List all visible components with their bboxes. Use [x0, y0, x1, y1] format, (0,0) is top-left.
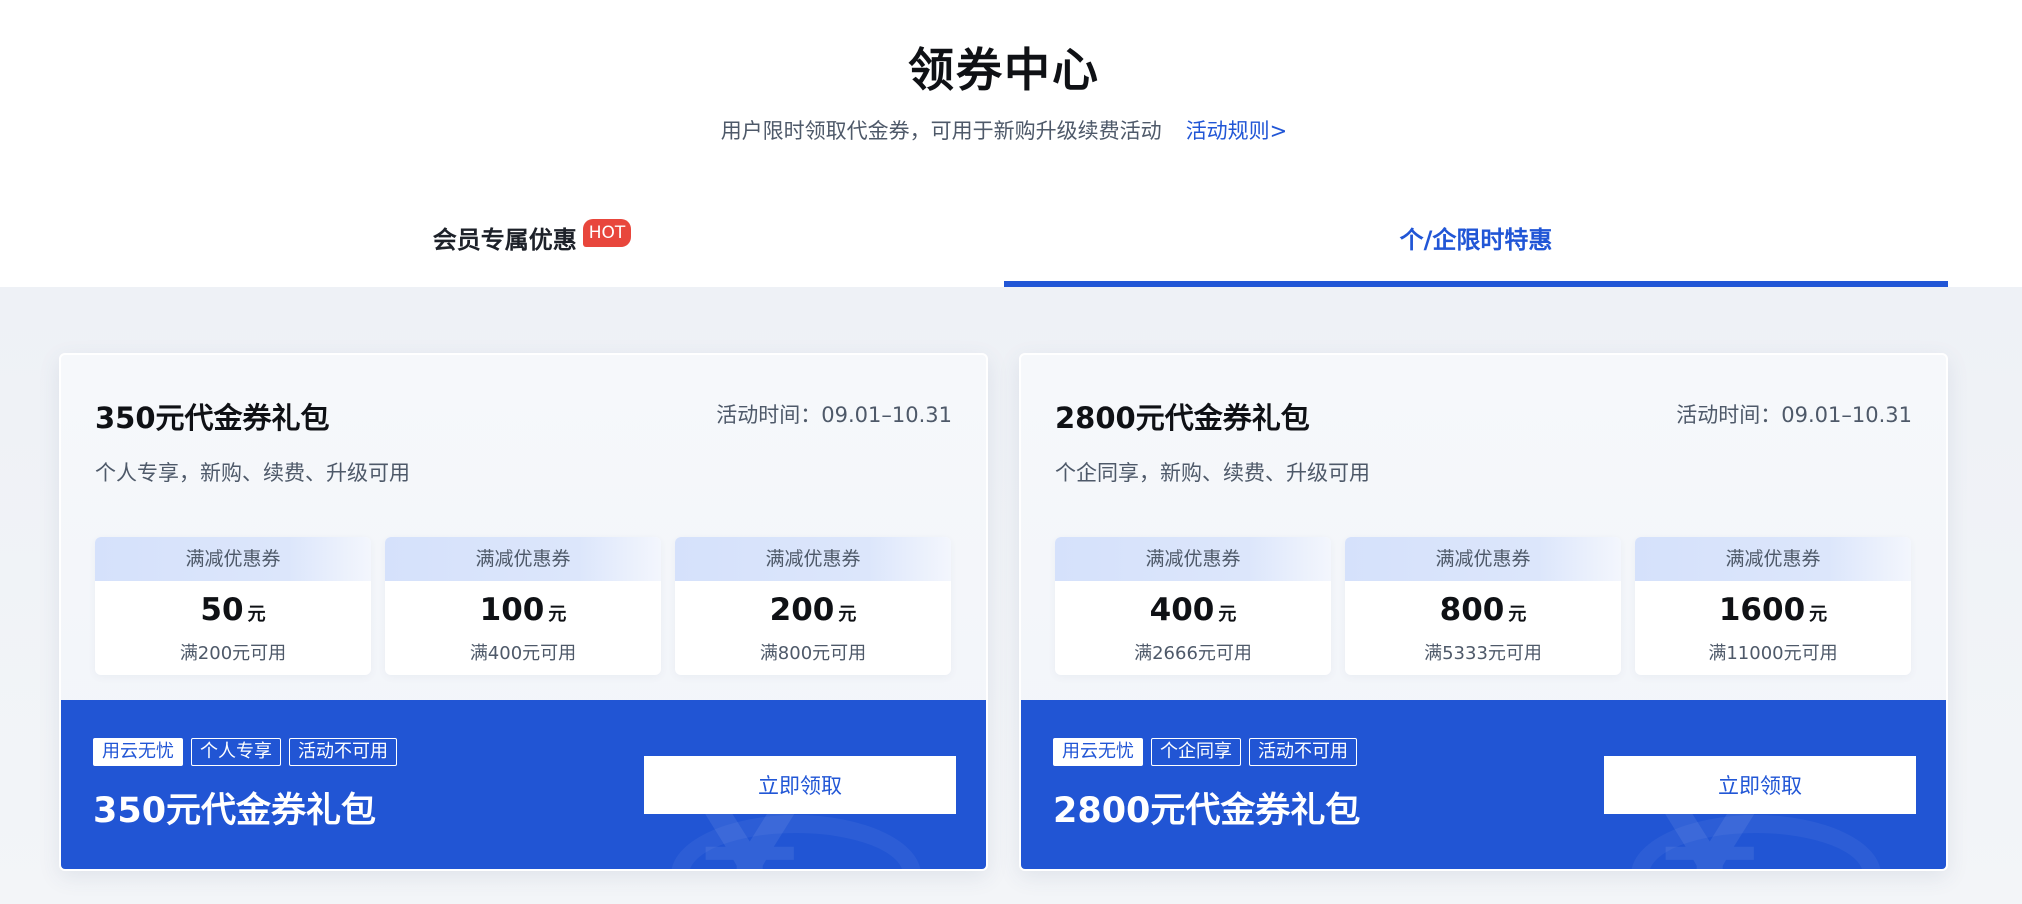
- tag-badge: 活动不可用: [289, 738, 397, 766]
- page-title: 领券中心: [908, 43, 1100, 97]
- coupon-type: 满减优惠券: [675, 537, 951, 581]
- coupon-unit: 元: [838, 604, 857, 625]
- coupon-amount-row: 1600 元: [1635, 592, 1911, 633]
- coupon-unit: 元: [247, 604, 266, 625]
- tab-bar: 会员专属优惠 HOT 个/企限时特惠: [60, 219, 1948, 287]
- activity-rules-link[interactable]: 活动规则>: [1186, 119, 1288, 143]
- coupon-unit: 元: [1508, 604, 1527, 625]
- tab-limited-offers-label: 个/企限时特惠: [1399, 226, 1553, 254]
- coupon-content: 350元代金券礼包 活动时间：09.01–10.31 个人专享，新购、续费、升级…: [0, 287, 2022, 904]
- coupon-item: 满减优惠券 1600 元 满11000元可用: [1635, 537, 1911, 675]
- coupon-unit: 元: [1218, 604, 1237, 625]
- card-description: 个企同享，新购、续费、升级可用: [1055, 461, 1370, 485]
- tag-badge: 用云无忧: [1053, 738, 1143, 766]
- card-footer: ¥ 用云无忧 个人专享 活动不可用 350元代金券礼包 立即领取: [61, 700, 986, 869]
- claim-button[interactable]: 立即领取: [644, 756, 956, 814]
- coupon-amount: 800: [1439, 592, 1505, 628]
- coupon-type: 满减优惠券: [95, 537, 371, 581]
- card-period: 活动时间：09.01–10.31: [1676, 403, 1912, 427]
- coupon-amount: 400: [1149, 592, 1215, 628]
- tag-list: 用云无忧 个企同享 活动不可用: [1053, 738, 1357, 766]
- coupon-item: 满减优惠券 200 元 满800元可用: [675, 537, 951, 675]
- hot-badge: HOT: [582, 219, 632, 247]
- coupon-item: 满减优惠券 400 元 满2666元可用: [1055, 537, 1331, 675]
- coupon-condition: 满800元可用: [759, 643, 867, 664]
- coupon-condition: 满5333元可用: [1424, 643, 1542, 664]
- coupon-amount-row: 400 元: [1055, 592, 1331, 633]
- card-footer: ¥ 用云无忧 个企同享 活动不可用 2800元代金券礼包 立即领取: [1021, 700, 1946, 869]
- coupon-amount: 50: [200, 592, 244, 628]
- tab-member-offers-label: 会员专属优惠: [432, 226, 577, 254]
- coupon-type: 满减优惠券: [385, 537, 661, 581]
- coupon-package-card: 2800元代金券礼包 活动时间：09.01–10.31 个企同享，新购、续费、升…: [1019, 353, 1948, 871]
- tab-limited-offers[interactable]: 个/企限时特惠: [1004, 220, 1948, 287]
- tag-list: 用云无忧 个人专享 活动不可用: [93, 738, 397, 766]
- card-title: 350元代金券礼包: [95, 401, 330, 435]
- tab-member-offers[interactable]: 会员专属优惠 HOT: [60, 219, 1004, 287]
- coupon-unit: 元: [1809, 604, 1828, 625]
- card-title: 2800元代金券礼包: [1055, 401, 1310, 435]
- coupon-amount: 1600: [1718, 592, 1806, 628]
- coupon-condition: 满2666元可用: [1134, 643, 1252, 664]
- coupon-type: 满减优惠券: [1055, 537, 1331, 581]
- coupon-item: 满减优惠券 100 元 满400元可用: [385, 537, 661, 675]
- coupon-amount-row: 200 元: [675, 592, 951, 633]
- coupon-amount-row: 800 元: [1345, 592, 1621, 633]
- coupon-unit: 元: [548, 604, 567, 625]
- coupon-package-card: 350元代金券礼包 活动时间：09.01–10.31 个人专享，新购、续费、升级…: [59, 353, 988, 871]
- coupon-list: 满减优惠券 50 元 满200元可用 满减优惠券 100 元 满400元可用 满减优…: [95, 537, 951, 675]
- card-period: 活动时间：09.01–10.31: [716, 403, 952, 427]
- coupon-item: 满减优惠券 800 元 满5333元可用: [1345, 537, 1621, 675]
- coupon-amount: 200: [769, 592, 835, 628]
- coupon-item: 满减优惠券 50 元 满200元可用: [95, 537, 371, 675]
- coupon-condition: 满400元可用: [469, 643, 577, 664]
- page-subtitle: 用户限时领取代金券，可用于新购升级续费活动: [720, 119, 1162, 143]
- card-description: 个人专享，新购、续费、升级可用: [95, 461, 410, 485]
- coupon-amount: 100: [479, 592, 545, 628]
- page-header: 领券中心 用户限时领取代金券，可用于新购升级续费活动 活动规则> 会员专属优惠 HO…: [0, 0, 2022, 287]
- coupon-list: 满减优惠券 400 元 满2666元可用 满减优惠券 800 元 满5333元可用 …: [1055, 537, 1911, 675]
- tag-badge: 活动不可用: [1249, 738, 1357, 766]
- footer-title: 2800元代金券礼包: [1053, 791, 1361, 831]
- coupon-amount-row: 100 元: [385, 592, 661, 633]
- coupon-condition: 满11000元可用: [1708, 643, 1838, 664]
- footer-title: 350元代金券礼包: [93, 791, 377, 831]
- coupon-condition: 满200元可用: [179, 643, 287, 664]
- coupon-amount-row: 50 元: [95, 592, 371, 633]
- tag-badge: 个人专享: [191, 738, 281, 766]
- coupon-type: 满减优惠券: [1345, 537, 1621, 581]
- tag-badge: 用云无忧: [93, 738, 183, 766]
- claim-button[interactable]: 立即领取: [1604, 756, 1916, 814]
- coupon-type: 满减优惠券: [1635, 537, 1911, 581]
- tag-badge: 个企同享: [1151, 738, 1241, 766]
- page-subtitle-row: 用户限时领取代金券，可用于新购升级续费活动 活动规则>: [0, 115, 2008, 145]
